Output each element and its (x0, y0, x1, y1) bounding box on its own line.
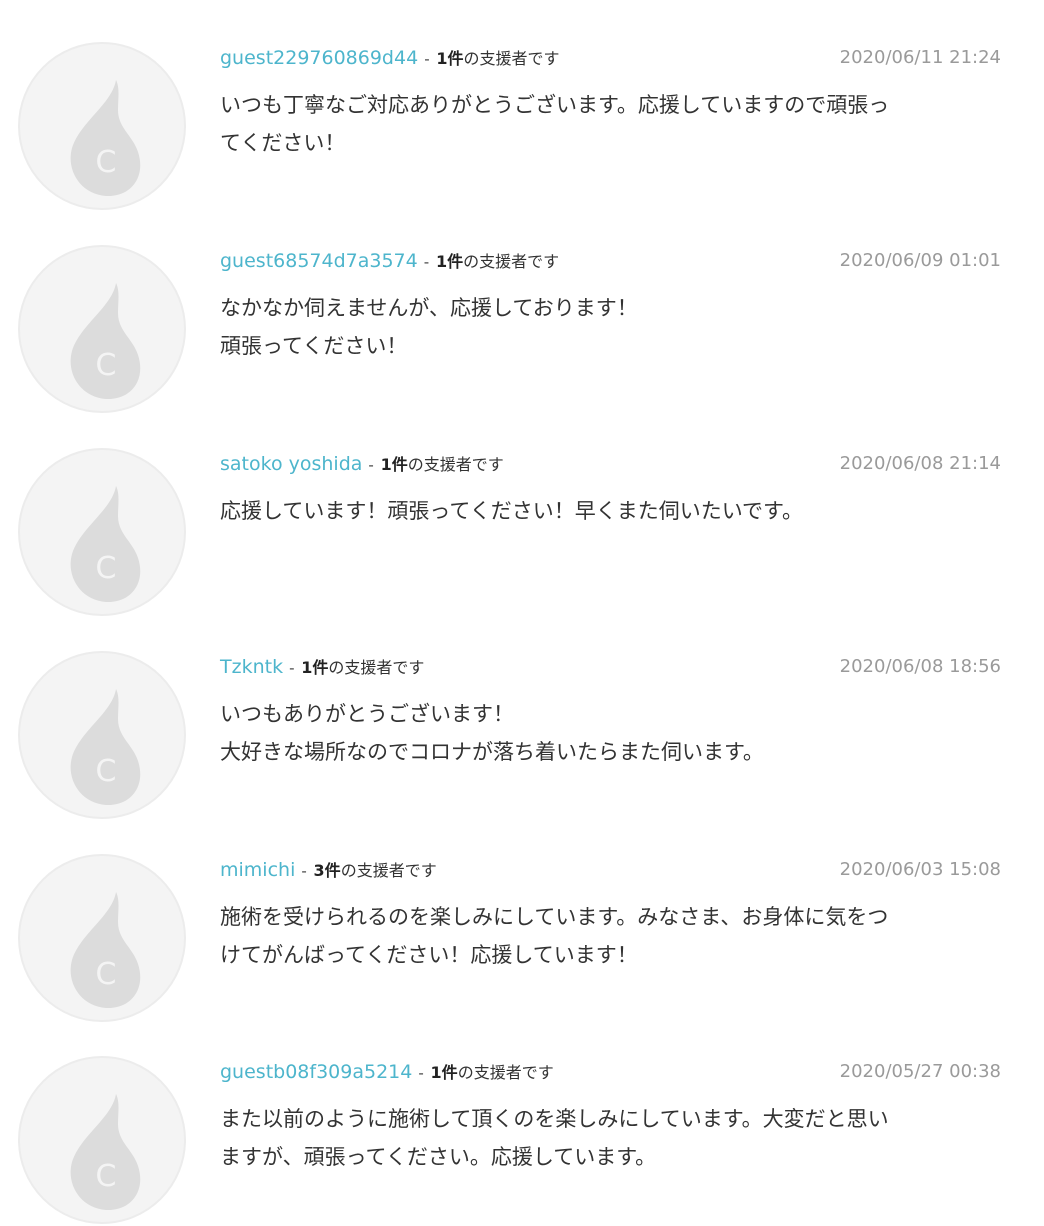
avatar[interactable]: C (18, 651, 186, 819)
flame-c-logo-icon: C (70, 486, 141, 603)
svg-text:C: C (96, 957, 117, 992)
support-count: 1件 (435, 252, 464, 271)
support-count: 3件 (313, 861, 341, 880)
meta-separator: - (368, 456, 374, 474)
comment-date: 2020/06/11 21:24 (839, 47, 1001, 68)
support-count: 1件 (301, 658, 329, 677)
svg-text:C: C (96, 1159, 117, 1194)
support-count: 1件 (430, 1063, 458, 1082)
supporter-label: の支援者です (407, 455, 504, 474)
avatar[interactable]: C (18, 1056, 186, 1224)
comment-item: C guestb08f309a5214- 1件の支援者です 2020/05/27… (0, 1014, 1044, 1224)
comment-date: 2020/06/08 21:14 (839, 453, 1001, 474)
comment-date: 2020/06/08 18:56 (839, 656, 1001, 677)
comment-item: C guest229760869d44- 1件の支援者です 2020/06/11… (0, 0, 1044, 210)
comment-date: 2020/06/03 15:08 (839, 859, 1001, 880)
comment-item: C guest68574d7a3574- 1件の支援者です 2020/06/09… (0, 203, 1044, 413)
username-link[interactable]: guestb08f309a5214 (220, 1061, 412, 1083)
comment-text: 施術を受けられるのを楽しみにしています。みなさま、お身体に気をつ けてがんばって… (220, 905, 889, 967)
flame-c-logo-icon: C (70, 80, 141, 197)
support-count: 1件 (380, 455, 408, 474)
avatar[interactable]: C (18, 245, 186, 413)
meta-separator: - (424, 50, 430, 68)
supporter-label: の支援者です (457, 1063, 554, 1082)
supporter-label: の支援者です (463, 49, 560, 68)
flame-c-logo-icon: C (70, 892, 141, 1009)
comment-item: C Tzkntk - 1件の支援者です 2020/06/08 18:56 いつもあ… (0, 609, 1044, 819)
comment-text: いつも丁寧なご対応ありがとうございます。応援していますので頑張っ てください！ (220, 93, 890, 155)
username-link[interactable]: guest68574d7a3574 (220, 250, 418, 272)
flame-c-logo-icon: C (70, 689, 141, 806)
meta-separator: - (418, 1064, 424, 1082)
avatar[interactable]: C (18, 448, 186, 616)
meta-separator: - (289, 659, 295, 677)
avatar[interactable]: C (18, 854, 186, 1022)
support-count: 1件 (436, 49, 464, 68)
supporter-label: の支援者です (328, 658, 425, 677)
comment-meta: mimichi - 3件の支援者です (220, 856, 437, 884)
meta-separator: - (423, 253, 430, 271)
avatar[interactable]: C (18, 42, 186, 210)
svg-text:C: C (96, 754, 117, 789)
comment-text: いつもありがとうございます！ 大好きな場所なのでコロナが落ち着いたらまた伺います… (220, 702, 764, 764)
username-link[interactable]: mimichi (220, 859, 295, 881)
supporter-label: の支援者です (340, 861, 437, 880)
svg-text:C: C (96, 348, 117, 383)
supporter-label: の支援者です (463, 252, 560, 271)
meta-separator: - (301, 862, 307, 880)
comment-item: C satoko yoshida - 1件の支援者です 2020/06/08 21… (0, 406, 1044, 616)
svg-text:C: C (96, 145, 117, 180)
comment-meta: guest229760869d44- 1件の支援者です (220, 44, 560, 72)
comment-text: なかなか伺えませんが、応援しております！ 頑張ってください！ (220, 296, 638, 358)
comment-meta: Tzkntk - 1件の支援者です (220, 653, 424, 681)
comment-text: 応援しています！頑張ってください！早くまた伺いたいです。 (220, 499, 803, 523)
comment-text: また以前のように施術して頂くのを楽しみにしています。大変だと思い ますが、頑張っ… (220, 1107, 889, 1169)
username-link[interactable]: Tzkntk (220, 656, 283, 678)
comment-date: 2020/05/27 00:38 (839, 1061, 1001, 1082)
svg-text:C: C (96, 551, 117, 586)
username-link[interactable]: satoko yoshida (220, 453, 362, 475)
comment-date: 2020/06/09 01:01 (839, 250, 1001, 271)
comment-meta: satoko yoshida - 1件の支援者です (220, 450, 504, 478)
comment-meta: guest68574d7a3574- 1件の支援者です (220, 247, 559, 275)
username-link[interactable]: guest229760869d44 (220, 47, 418, 69)
comment-item: C mimichi - 3件の支援者です 2020/06/03 15:08 施術を… (0, 812, 1044, 1022)
comment-meta: guestb08f309a5214- 1件の支援者です (220, 1058, 554, 1086)
flame-c-logo-icon: C (70, 283, 141, 400)
flame-c-logo-icon: C (70, 1094, 141, 1211)
